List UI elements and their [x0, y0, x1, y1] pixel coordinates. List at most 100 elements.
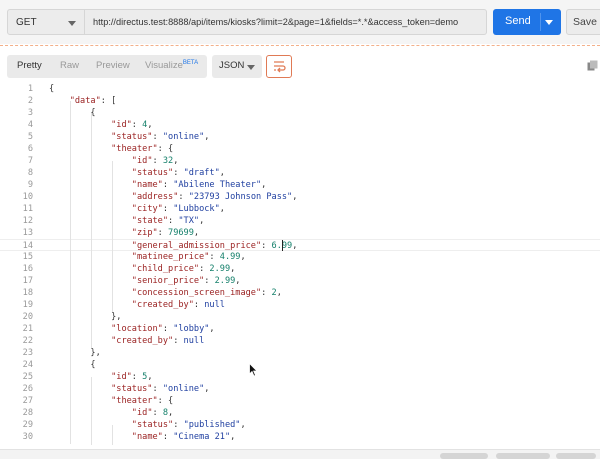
code-line[interactable]: 12 "state": "TX", [0, 215, 600, 227]
code-token: null [204, 300, 225, 310]
code-line[interactable]: 2 "data": [ [0, 95, 600, 107]
code-text: "matinee_price": 4.99, [49, 252, 246, 262]
code-token: "name" [131, 180, 163, 190]
send-button[interactable]: Send [493, 9, 561, 35]
code-line[interactable]: 11 "city": "Lubbock", [0, 203, 600, 215]
code-text: { [49, 108, 95, 118]
line-number: 24 [22, 360, 33, 370]
code-token: "theater" [111, 144, 158, 154]
code-line[interactable]: 3 { [0, 107, 600, 119]
code-line[interactable]: 8 "status": "draft", [0, 167, 600, 179]
chevron-down-icon[interactable] [545, 20, 553, 25]
code-token: "Cinema 21" [173, 432, 231, 442]
code-line[interactable]: 13 "zip": 79699, [0, 227, 600, 239]
url-input[interactable]: http://directus.test:8888/api/items/kios… [85, 9, 487, 35]
code-line[interactable]: 21 "location": "lobby", [0, 323, 600, 335]
indent-guide [70, 101, 71, 444]
tab-visualize-label: Visualize [145, 60, 183, 72]
code-token: "online" [162, 132, 205, 142]
code-line[interactable]: 25 "id": 5, [0, 371, 600, 383]
code-token: : [168, 216, 179, 226]
code-token: "concession_screen_image" [131, 288, 262, 298]
code-token: : [152, 132, 163, 142]
code-token: , [147, 372, 153, 382]
code-text: "status": "published", [49, 420, 246, 430]
code-line[interactable]: 14 "general_admission_price": 6.99, [0, 239, 600, 251]
tab-pretty[interactable]: Pretty [17, 60, 42, 71]
code-line[interactable]: 9 "name": "Abilene Theater", [0, 179, 600, 191]
code-text: "city": "Lubbock", [49, 204, 225, 214]
copy-icon[interactable] [587, 60, 598, 71]
code-token: "data" [69, 96, 101, 106]
code-line[interactable]: 22 "created_by": null [0, 335, 600, 347]
code-token: , [292, 241, 298, 251]
code-line[interactable]: 29 "status": "published", [0, 419, 600, 431]
code-line[interactable]: 1{ [0, 83, 600, 95]
code-text: { [49, 84, 54, 94]
beta-badge: BETA [182, 60, 199, 66]
pane-divider[interactable] [0, 45, 600, 47]
indent-guide [91, 377, 92, 445]
code-line[interactable]: 10 "address": "23793 Johnson Pass", [0, 191, 600, 203]
code-text: }, [49, 348, 100, 358]
code-token: , [199, 216, 205, 226]
code-line[interactable]: 24 { [0, 359, 600, 371]
code-token: "child_price" [131, 264, 200, 274]
scroll-thumb[interactable] [440, 453, 488, 459]
code-token: "id" [111, 372, 132, 382]
scroll-thumb[interactable] [496, 453, 550, 459]
code-line[interactable]: 7 "id": 32, [0, 155, 600, 167]
code-line[interactable]: 16 "child_price": 2.99, [0, 263, 600, 275]
line-number: 29 [22, 420, 33, 430]
line-number: 6 [27, 144, 33, 154]
code-line[interactable]: 27 "theater": { [0, 395, 600, 407]
code-line[interactable]: 4 "id": 4, [0, 119, 600, 131]
code-token: , [240, 420, 246, 430]
code-line[interactable]: 23 }, [0, 347, 600, 359]
code-token: "status" [131, 420, 174, 430]
code-token: , [147, 120, 153, 130]
code-text: "status": "draft", [49, 168, 225, 178]
code-line[interactable]: 18 "concession_screen_image": 2, [0, 287, 600, 299]
code-line[interactable]: 26 "status": "online", [0, 383, 600, 395]
code-line[interactable]: 19 "created_by": null [0, 299, 600, 311]
code-token: "status" [131, 168, 174, 178]
code-token: "theater" [111, 396, 158, 406]
horizontal-scrollbar[interactable] [0, 449, 600, 459]
code-token: , [173, 156, 179, 166]
method-select[interactable]: GET [7, 9, 85, 35]
code-text: "data": [ [49, 96, 117, 106]
code-token: null [183, 336, 205, 346]
response-body[interactable]: 1{2 "data": [3 {4 "id": 4, 5 "status": "o… [0, 82, 600, 447]
code-line[interactable]: 28 "id": 8, [0, 407, 600, 419]
line-number: 10 [22, 192, 33, 202]
save-button[interactable]: Save [566, 9, 600, 35]
code-token: 2.99 [209, 264, 231, 274]
code-token: }, [49, 312, 122, 322]
code-line[interactable]: 6 "theater": { [0, 143, 600, 155]
line-number: 4 [27, 120, 33, 130]
scroll-thumb[interactable] [556, 453, 596, 459]
code-line[interactable]: 20 }, [0, 311, 600, 323]
code-token: "draft" [183, 168, 220, 178]
wrap-lines-button[interactable] [266, 55, 292, 78]
tab-visualize[interactable]: VisualizeBETA [145, 60, 198, 71]
code-line[interactable]: 5 "status": "online", [0, 131, 600, 143]
line-number: 28 [22, 408, 33, 418]
tab-raw[interactable]: Raw [60, 60, 79, 71]
code-text: "zip": 79699, [49, 228, 199, 238]
line-number: 18 [22, 288, 33, 298]
code-token: , [261, 180, 267, 190]
code-token: : [152, 408, 163, 418]
code-text: "senior_price": 2.99, [49, 276, 241, 286]
code-token: "address" [131, 192, 179, 202]
code-line[interactable]: 17 "senior_price": 2.99, [0, 275, 600, 287]
code-token: : [173, 336, 184, 346]
code-line[interactable]: 15 "matinee_price": 4.99, [0, 251, 600, 263]
code-line[interactable]: 30 "name": "Cinema 21", [0, 431, 600, 443]
line-number: 21 [22, 324, 33, 334]
tab-preview[interactable]: Preview [96, 60, 130, 71]
format-select[interactable]: JSON [212, 55, 262, 78]
